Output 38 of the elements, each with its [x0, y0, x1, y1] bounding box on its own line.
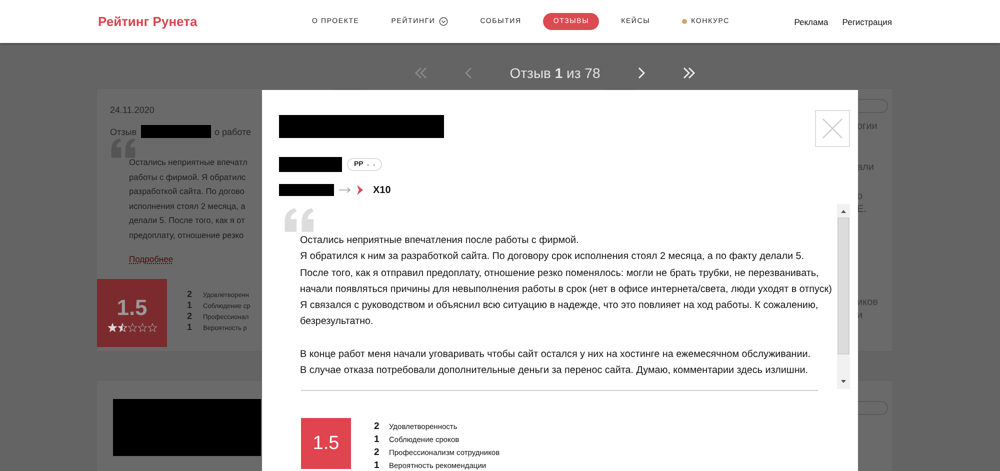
review-counter: Отзыв 1 из 78: [510, 65, 600, 81]
review-date: 24.11.2020: [110, 105, 156, 115]
criterion-score: 1: [187, 300, 193, 310]
criterion-score: 1: [374, 460, 380, 471]
review-text-line: работы с фирмой. Я обратилс: [129, 170, 246, 184]
criterion-score: 2: [374, 447, 380, 458]
redaction-block: [140, 125, 210, 138]
chevron-icon: [356, 185, 364, 195]
target-label: X10: [373, 184, 391, 196]
review-text-line: предоплату, отношение резко: [129, 228, 244, 242]
review-title-text: о работе: [214, 126, 252, 136]
arrow-icon: [339, 187, 351, 193]
criterion-score: 2: [374, 421, 380, 432]
review-text-line: разработкой сайта. По догово: [129, 185, 244, 198]
chevron-down-icon: [439, 17, 448, 26]
review-text-line: Остались неприятные впечатл: [129, 156, 248, 169]
redaction-block: [279, 184, 334, 196]
review-title-text: Отзыв: [110, 126, 136, 136]
review-text-line: исполнения стоял 2 месяца, а: [129, 200, 246, 213]
close-button[interactable]: [815, 110, 850, 147]
star-icon: [128, 322, 136, 332]
criterion-score: 1: [374, 434, 380, 445]
header-link[interactable]: Регистрация: [842, 16, 892, 26]
site-logo[interactable]: Рейтинг Рунета: [98, 14, 302, 29]
close-icon: [821, 117, 844, 140]
review-text-line: делали 5. После того, как я от: [129, 214, 245, 227]
header-link[interactable]: Реклама: [794, 16, 828, 26]
score-badge: 1.5: [301, 418, 351, 469]
criterion-score: 2: [187, 311, 193, 321]
star-icon: [148, 322, 156, 332]
score-badge: 1.5: [97, 279, 167, 347]
criterion-score: 1: [187, 322, 193, 332]
review-paragraph: Остались неприятные впечатления после работы с фирмой. Я обратился к ним за разработкой сайта. По договору срок исполнения стоял 2 месяца, а по факту делали 5. После того, как я отправил предоплату, отношение резко поменялось: могли не брать трубки, не перезванивать, начали появляться причины для невыполнения работы в срок (нет в офисе интернета/света, люди уходят в отпуск) Я связался с руководством и объяснил всю ситуацию в надежде, что это повлияет на ход работы. К сожалению, безрезультатно.: [300, 234, 833, 330]
star-icon: [118, 322, 126, 332]
criterion-score: 2: [187, 289, 193, 299]
star-icon: [138, 322, 146, 332]
review-paragraph: В конце работ меня начали уговаривать чтобы сайт остался у них на хостинге на ежемесячном обслуживании. В случае отказа потребовали дополнительные деньги за перенос сайта. Думаю, комментарии здесь излишни.: [300, 348, 812, 378]
redaction-block: [279, 157, 342, 172]
